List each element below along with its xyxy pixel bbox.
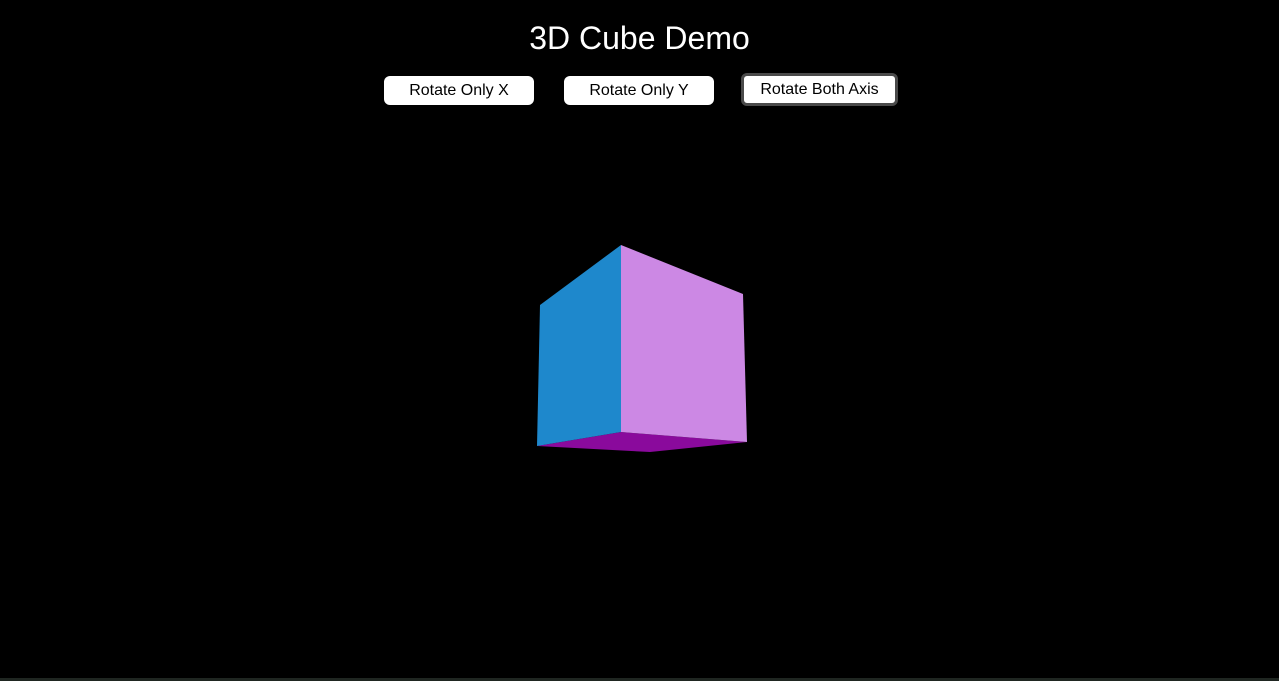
cube xyxy=(537,245,747,452)
cube-face-left xyxy=(537,245,621,446)
cube-face-right xyxy=(621,245,747,442)
demo-page: 3D Cube Demo Rotate Only X Rotate Only Y… xyxy=(0,0,1279,681)
rotate-only-y-button[interactable]: Rotate Only Y xyxy=(564,76,714,105)
rotate-both-axis-button[interactable]: Rotate Both Axis xyxy=(741,73,898,106)
page-title: 3D Cube Demo xyxy=(529,20,750,56)
rotate-only-x-button[interactable]: Rotate Only X xyxy=(384,76,534,105)
